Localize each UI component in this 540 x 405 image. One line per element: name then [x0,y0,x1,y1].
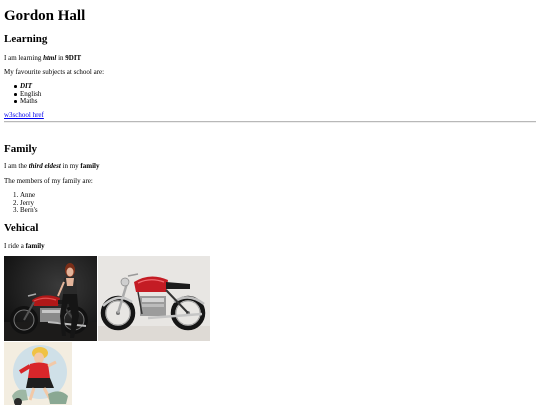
list-item: 1. Anne [13,191,36,199]
motorcycle-with-rider-photo [4,256,97,341]
family-sentence: I am the third eldest in my family [4,162,99,171]
list-number: 3. [13,206,19,214]
family-sentence-strong: family [80,162,100,170]
vehicle-heading: Vehical [4,222,39,234]
pinup-scooter-illustration [4,342,72,405]
bullet-icon [14,85,17,88]
member-label: Anne [20,191,36,199]
vehicle-sentence-prefix: I ride a [4,242,26,250]
vehicle-sentence: I ride a family [4,242,45,251]
subjects-intro: My favourite subjects at school are: [4,68,105,76]
list-item: Maths [14,97,38,105]
family-sentence-mid: in my [60,162,81,170]
page-title: Gordon Hall [4,8,86,24]
family-sentence-emphasis: third eldest [28,162,61,170]
list-item: DIT [14,82,33,90]
motorcycle-with-rider-image [4,256,97,341]
subject-label: DIT [20,82,33,90]
w3school-link[interactable]: w3school href [4,111,44,120]
family-heading: Family [4,143,37,155]
list-number: 1. [13,191,19,199]
bullet-icon [14,93,17,96]
red-motorcycle-photo [98,256,210,341]
learning-heading: Learning [4,33,48,45]
subject-label: Maths [20,97,38,105]
member-label: Bern's [20,206,38,214]
family-sentence-prefix: I am the [4,162,29,170]
learning-sentence-mid: in [56,54,66,62]
learning-sentence-prefix: I am learning [4,54,44,62]
vehicle-sentence-strong: family [25,242,45,250]
learning-sentence-emphasis: html [43,54,57,62]
bullet-icon [14,100,17,103]
pinup-scooter-image [4,342,72,405]
learning-sentence: I am learning html in 9DIT [4,54,81,63]
learning-sentence-strong: 9DIT [65,54,82,62]
section-divider [4,121,536,123]
members-intro: The members of my family are: [4,177,93,185]
red-motorcycle-image [98,256,210,341]
list-item: 3. Bern's [13,206,38,214]
